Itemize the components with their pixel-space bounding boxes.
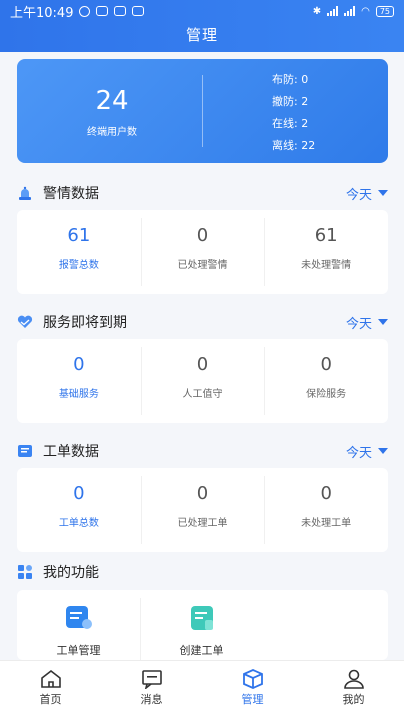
- page-title: 管理: [185, 26, 218, 44]
- stat-disarmed: 撤防: 2: [272, 95, 309, 108]
- app-notification-icon: [114, 6, 127, 16]
- alarm-section-header: 警情数据 今天: [17, 182, 388, 204]
- notification-icon: [96, 6, 109, 16]
- document-list-icon: [18, 445, 32, 457]
- home-icon: [40, 669, 61, 688]
- terminal-count-block: 24 终端用户数: [47, 83, 177, 138]
- alarm-date-filter[interactable]: 今天: [346, 184, 388, 203]
- tab-messages-label: 消息: [140, 693, 163, 706]
- manage-box-icon: [242, 669, 263, 689]
- image-notification-icon: [132, 6, 145, 16]
- terminal-summary-card: 24 终端用户数 布防: 0 撤防: 2 在线: 2 离线: 22: [17, 59, 388, 163]
- service-section-title: 服务即将到期: [43, 315, 127, 331]
- app-header: 上午10:49 ✱ ◠ 75 管理: [0, 0, 404, 52]
- terminal-stats-list: 布防: 0 撤防: 2 在线: 2 离线: 22: [272, 69, 315, 157]
- tab-home[interactable]: 首页: [0, 661, 101, 710]
- stat-offline: 离线: 22: [272, 139, 316, 152]
- terminal-count-label: 终端用户数: [87, 127, 137, 138]
- chevron-down-icon: [378, 190, 388, 196]
- workorder-section-title: 工单数据: [43, 444, 99, 460]
- tab-manage[interactable]: 管理: [202, 661, 303, 710]
- workorder-total[interactable]: 0 工单总数: [17, 468, 141, 552]
- alarm-handled[interactable]: 0 已处理警情: [140, 210, 265, 294]
- workorder-handled[interactable]: 0 已处理工单: [140, 468, 265, 552]
- signal-icon-2: [344, 6, 356, 16]
- signal-icon: [327, 6, 339, 16]
- alarm-section-title: 警情数据: [43, 186, 99, 202]
- work-order-manage-label: 工单管理: [56, 644, 101, 657]
- terminal-count: 24: [95, 86, 129, 116]
- bottom-tab-bar: 首页 消息 管理 我的: [0, 660, 404, 710]
- functions-section-title: 我的功能: [43, 565, 99, 581]
- create-work-order-icon: [190, 606, 213, 630]
- stat-armed: 布防: 0: [272, 73, 309, 86]
- service-section-header: 服务即将到期 今天: [17, 311, 388, 333]
- alarm-unhandled[interactable]: 61 未处理警情: [264, 210, 388, 294]
- status-time: 上午10:49: [10, 5, 74, 21]
- wifi-icon: ◠: [361, 5, 370, 17]
- battery-icon: 75: [375, 5, 394, 17]
- tab-mine[interactable]: 我的: [303, 661, 404, 710]
- service-basic[interactable]: 0 基础服务: [17, 339, 141, 423]
- tab-manage-label: 管理: [241, 693, 264, 706]
- tab-messages[interactable]: 消息: [101, 661, 202, 710]
- stat-online: 在线: 2: [272, 117, 309, 130]
- alarm-clock-icon: [79, 5, 91, 17]
- apps-grid-icon: [18, 565, 32, 579]
- create-work-order-button[interactable]: 创建工单: [140, 590, 263, 660]
- workorder-section-header: 工单数据 今天: [17, 440, 388, 462]
- functions-section-header: 我的功能: [17, 561, 388, 583]
- work-order-manage-icon: [65, 606, 92, 629]
- workorder-unhandled[interactable]: 0 未处理工单: [264, 468, 388, 552]
- heart-handshake-icon: [17, 315, 33, 328]
- service-insurance[interactable]: 0 保险服务: [264, 339, 388, 423]
- create-work-order-label: 创建工单: [179, 644, 224, 657]
- status-bar: 上午10:49 ✱ ◠ 75: [0, 0, 404, 22]
- bluetooth-icon: ✱: [312, 5, 322, 17]
- tab-mine-label: 我的: [342, 693, 365, 706]
- alarm-stats-card: 61 报警总数 0 已处理警情 61 未处理警情: [17, 210, 388, 294]
- chevron-down-icon: [378, 319, 388, 325]
- functions-card: 工单管理 创建工单: [17, 590, 388, 660]
- chevron-down-icon: [378, 448, 388, 454]
- alarm-total[interactable]: 61 报警总数: [17, 210, 141, 294]
- siren-icon: [19, 186, 31, 200]
- tab-home-label: 首页: [39, 693, 62, 706]
- work-order-manage-button[interactable]: 工单管理: [17, 590, 140, 660]
- workorder-date-filter[interactable]: 今天: [346, 442, 388, 461]
- service-manual-guard[interactable]: 0 人工值守: [140, 339, 265, 423]
- service-stats-card: 0 基础服务 0 人工值守 0 保险服务: [17, 339, 388, 423]
- service-date-filter[interactable]: 今天: [346, 313, 388, 332]
- workorder-stats-card: 0 工单总数 0 已处理工单 0 未处理工单: [17, 468, 388, 552]
- message-icon: [141, 670, 162, 689]
- user-icon: [343, 669, 364, 689]
- summary-divider: [202, 75, 203, 147]
